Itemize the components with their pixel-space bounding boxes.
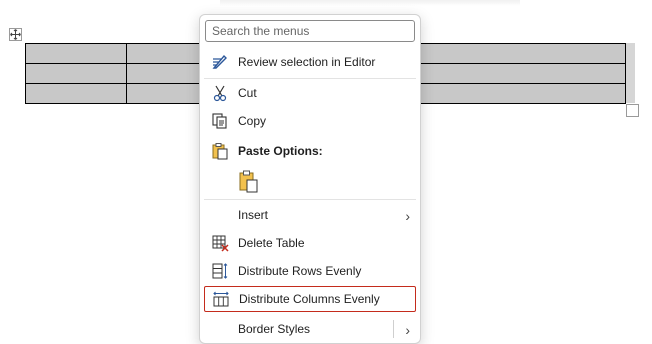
ribbon-shadow [220, 0, 520, 6]
menu-item-label: Copy [238, 114, 267, 128]
table-resize-handle[interactable] [626, 104, 639, 117]
menu-item-label: Delete Table [238, 236, 305, 250]
menu-item-label: Review selection in Editor [238, 55, 376, 69]
table-cell[interactable] [25, 83, 127, 104]
split-divider [393, 320, 394, 338]
menu-item-border-styles[interactable]: Border Styles › [204, 316, 416, 342]
clipboard-icon [210, 141, 230, 161]
menu-item-distribute-rows[interactable]: Distribute Rows Evenly [204, 258, 416, 284]
menu-separator [204, 199, 416, 200]
menu-item-copy[interactable]: Copy [204, 108, 416, 134]
menu-item-label: Cut [238, 86, 257, 100]
distribute-columns-icon [211, 289, 231, 309]
context-menu: Review selection in Editor Cut Copy [199, 14, 421, 344]
keep-source-formatting-icon[interactable] [236, 169, 262, 195]
delete-table-icon [210, 233, 230, 253]
chevron-right-icon: › [405, 208, 410, 224]
copy-icon [210, 111, 230, 131]
menu-item-distribute-columns[interactable]: Distribute Columns Evenly [204, 286, 416, 312]
chevron-right-icon[interactable]: › [405, 322, 410, 338]
menu-item-cut[interactable]: Cut [204, 80, 416, 106]
scissors-icon [210, 83, 230, 103]
editor-pen-icon [210, 52, 230, 72]
menu-item-review-selection[interactable]: Review selection in Editor [204, 49, 416, 75]
table-cell[interactable] [25, 63, 127, 84]
distribute-rows-icon [210, 261, 230, 281]
blank-icon [210, 205, 230, 225]
search-menus-input[interactable] [205, 20, 415, 42]
menu-item-label: Paste Options: [238, 144, 323, 158]
menu-item-delete-table[interactable]: Delete Table [204, 230, 416, 256]
menu-separator [204, 78, 416, 79]
blank-icon [210, 319, 230, 339]
table-end-marker [626, 43, 635, 103]
table-cell[interactable] [25, 43, 127, 64]
menu-item-label: Insert [238, 208, 269, 222]
menu-item-paste-options: Paste Options: [204, 138, 416, 164]
menu-item-label: Border Styles [238, 322, 311, 336]
menu-item-label: Distribute Columns Evenly [239, 292, 380, 306]
table-move-handle-icon[interactable] [9, 28, 22, 41]
menu-item-label: Distribute Rows Evenly [238, 264, 362, 278]
menu-item-insert[interactable]: Insert › [204, 202, 416, 228]
